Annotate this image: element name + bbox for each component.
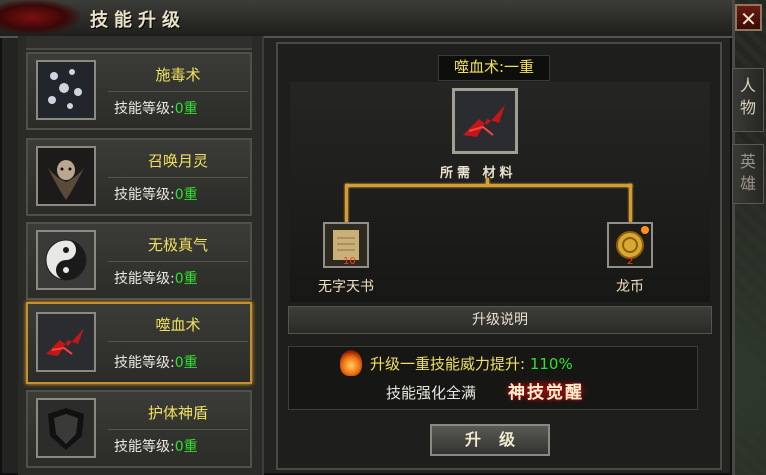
skill-item-yin-yang[interactable]: 无极真气 技能等级:0重	[26, 222, 252, 300]
divider	[108, 177, 248, 178]
connector-line	[346, 184, 632, 187]
divider	[108, 261, 248, 262]
material-slot-book[interactable]: 10	[323, 222, 369, 268]
material-name: 龙币	[616, 279, 644, 295]
skill-level: 技能等级:0重	[114, 436, 198, 456]
skill-level-label: 技能等级:	[114, 187, 175, 203]
awaken-badge: 神技觉醒	[500, 378, 592, 403]
max-enhance-text: 技能强化全满	[386, 384, 477, 402]
moon-spirit-skill-icon	[36, 146, 96, 206]
yin-yang-skill-icon	[36, 230, 96, 290]
blood-skill-large-icon	[452, 88, 518, 154]
window-title: 技能升级	[90, 10, 186, 31]
skill-name: 无极真气	[147, 236, 208, 254]
upgrade-effect-prefix: 升级一重技能威力提升:	[370, 355, 530, 373]
tab-character-label: 人物	[739, 76, 756, 117]
skill-level-label: 技能等级:	[114, 101, 175, 117]
tab-hero[interactable]: 英雄	[732, 144, 764, 204]
selected-skill-title: 噬血术:一重	[438, 55, 550, 81]
skill-name: 召唤月灵	[147, 152, 208, 170]
skill-level-value: 0重	[174, 439, 198, 455]
skill-name: 施毒术	[155, 66, 201, 84]
skill-name: 噬血术	[155, 316, 201, 334]
flame-icon	[340, 350, 362, 376]
skill-level: 技能等级:0重	[114, 268, 198, 288]
blood-skill-icon	[36, 312, 96, 372]
skill-level: 技能等级:0重	[114, 98, 198, 118]
skill-level-value: 0重	[174, 355, 198, 371]
connector-line	[345, 184, 348, 222]
requirement-label: 所需 材料	[440, 166, 517, 181]
dragon-emblem-icon	[0, 0, 80, 34]
material-count: 2	[627, 256, 634, 267]
skill-level: 技能等级:0重	[114, 184, 198, 204]
skill-level-value: 0重	[174, 101, 198, 117]
poison-skill-icon	[36, 60, 96, 120]
skill-level-label: 技能等级:	[114, 355, 175, 371]
upgrade-info-header: 升级说明	[288, 306, 712, 334]
divider	[108, 91, 248, 92]
upgrade-button[interactable]: 升级	[430, 424, 550, 456]
material-name: 无字天书	[318, 279, 374, 295]
skill-level-label: 技能等级:	[114, 439, 175, 455]
divider	[108, 429, 248, 430]
skill-name: 护体神盾	[147, 404, 208, 422]
divider	[108, 341, 248, 342]
close-button[interactable]: ✕	[735, 4, 762, 31]
skill-item-poison[interactable]: 施毒术 技能等级:0重	[26, 52, 252, 130]
skill-level-value: 0重	[174, 187, 198, 203]
list-scroll-edge	[26, 36, 252, 50]
upgrade-effect-text: 升级一重技能威力提升: 110%	[370, 353, 573, 374]
material-count: 10	[343, 256, 356, 267]
skill-level-value: 0重	[174, 271, 198, 287]
shield-skill-icon	[36, 398, 96, 458]
skill-level-label: 技能等级:	[114, 271, 175, 287]
skill-item-moon-spirit[interactable]: 召唤月灵 技能等级:0重	[26, 138, 252, 216]
connector-line	[629, 184, 632, 222]
skill-item-shield[interactable]: 护体神盾 技能等级:0重	[26, 390, 252, 468]
material-slot-coin[interactable]: 2	[607, 222, 653, 268]
tab-hero-label: 英雄	[739, 152, 756, 193]
skill-level: 技能等级:0重	[114, 352, 198, 372]
tab-character[interactable]: 人物	[732, 68, 764, 132]
upgrade-effect-value: 110%	[529, 355, 573, 373]
skill-item-blood[interactable]: 噬血术 技能等级:0重	[26, 302, 252, 384]
